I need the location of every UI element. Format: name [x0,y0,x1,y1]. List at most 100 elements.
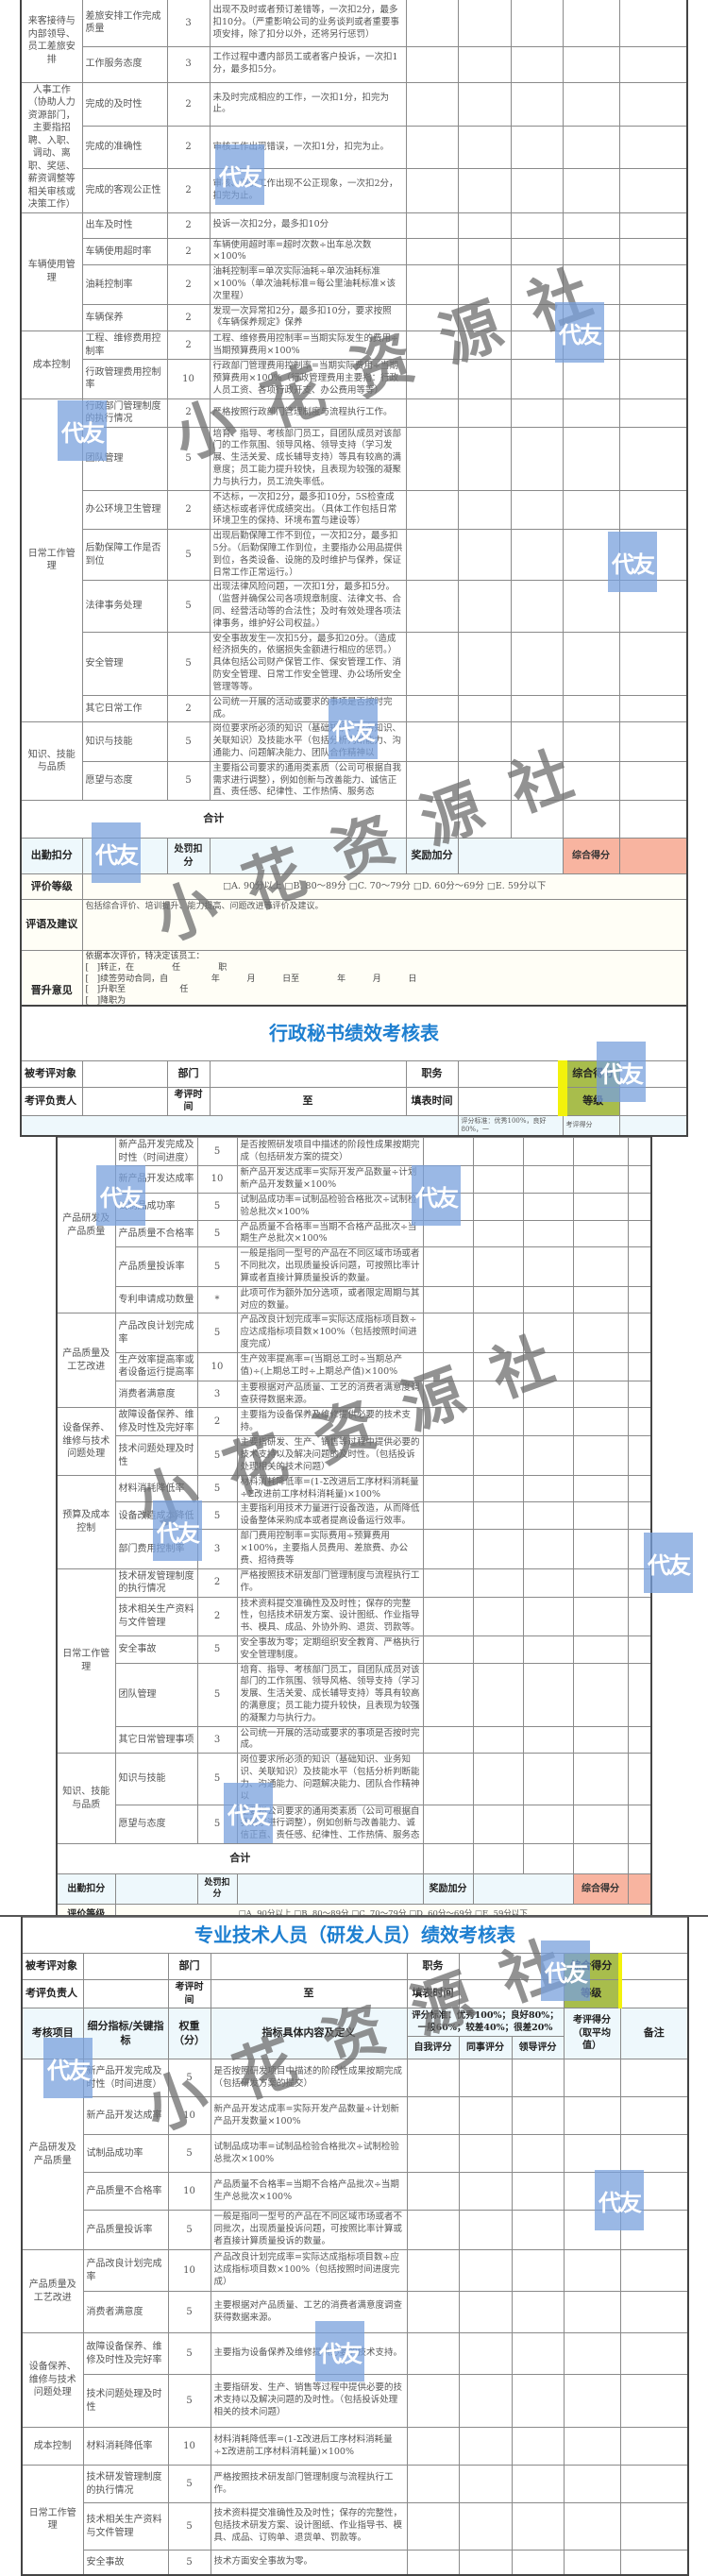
score-cell[interactable] [406,2550,460,2575]
score-cell[interactable] [627,1635,652,1664]
score-cell[interactable] [619,2249,689,2292]
score-cell[interactable] [458,2291,513,2333]
score-cell[interactable] [422,1285,474,1314]
score-cell[interactable] [406,2249,460,2292]
score-cell[interactable] [522,1435,574,1476]
score-cell[interactable] [511,2249,565,2292]
score-cell[interactable] [563,2332,621,2375]
total-cell[interactable] [422,1842,474,1874]
score-cell[interactable] [472,1193,524,1221]
score-cell[interactable] [522,1596,574,1636]
score-cell[interactable] [458,2427,513,2466]
score-cell[interactable] [511,2502,565,2551]
score-cell[interactable] [472,1568,524,1598]
score-cell[interactable] [406,2374,460,2428]
score-cell[interactable] [618,81,688,127]
score-cell[interactable] [422,1474,474,1503]
score-cell[interactable] [511,2172,565,2211]
score-cell[interactable] [619,2134,689,2173]
score-cell[interactable] [406,2502,460,2551]
score-cell[interactable] [406,2059,460,2097]
score-cell[interactable] [522,1725,574,1754]
score-cell[interactable] [405,81,459,127]
score-cell[interactable] [405,0,459,47]
score-cell[interactable] [458,2465,513,2503]
score-cell[interactable] [562,126,620,169]
score-cell[interactable] [457,237,512,266]
score-cell[interactable] [510,167,564,213]
score-cell[interactable] [472,1137,524,1167]
score-cell[interactable] [422,1529,474,1569]
score-cell[interactable] [572,1529,629,1569]
score-cell[interactable] [406,2291,460,2333]
score-cell[interactable] [405,398,459,428]
score-cell[interactable] [422,1501,474,1531]
score-cell[interactable] [522,1474,574,1503]
score-cell[interactable] [627,1285,652,1314]
score-cell[interactable] [572,1407,629,1437]
score-cell[interactable] [422,1568,474,1598]
score-cell[interactable] [472,1753,524,1805]
score-cell[interactable] [627,1380,652,1409]
score-cell[interactable] [510,631,564,696]
score-cell[interactable] [405,529,459,582]
score-cell[interactable] [562,426,620,491]
score-cell[interactable] [510,694,564,723]
total-cell[interactable] [572,1842,629,1874]
score-cell[interactable] [472,1635,524,1664]
score-cell[interactable] [572,1137,629,1167]
score-cell[interactable] [618,489,688,531]
score-cell[interactable] [405,631,459,696]
score-cell[interactable] [472,1725,524,1754]
score-cell[interactable] [562,631,620,696]
fill-time-input[interactable] [457,1086,564,1116]
score-cell[interactable] [562,489,620,531]
score-cell[interactable] [457,0,512,47]
score-cell[interactable] [458,2172,513,2211]
score-cell[interactable] [472,1285,524,1314]
score-cell[interactable] [422,1246,474,1287]
score-cell[interactable] [522,1137,574,1167]
score-cell[interactable] [422,1596,474,1636]
score-cell[interactable] [458,2374,513,2428]
score-cell[interactable] [618,760,688,802]
score-cell[interactable] [405,721,459,762]
total-cell[interactable] [522,1842,574,1874]
score-cell[interactable] [458,2249,513,2292]
score-cell[interactable] [472,1529,524,1569]
score-cell[interactable] [563,2374,621,2428]
score-cell[interactable] [406,2465,460,2503]
score-cell[interactable] [406,2134,460,2173]
score-cell[interactable] [472,1435,524,1476]
score-cell[interactable] [422,1662,474,1727]
score-cell[interactable] [619,2374,689,2428]
dept-input[interactable] [209,1059,407,1088]
score-cell[interactable] [627,1193,652,1221]
score-cell[interactable] [522,1193,574,1221]
score-cell[interactable] [563,2096,621,2135]
score-cell[interactable] [618,721,688,762]
score-cell[interactable] [619,2096,689,2135]
score-cell[interactable] [572,1753,629,1805]
score-cell[interactable] [627,1474,652,1503]
score-cell[interactable] [627,1725,652,1754]
period-to[interactable]: 至 [209,1086,407,1116]
score-cell[interactable] [406,2096,460,2135]
overall-input[interactable] [619,1953,689,1980]
score-cell[interactable] [522,1501,574,1531]
score-cell[interactable] [422,1753,474,1805]
score-cell[interactable] [627,1435,652,1476]
score-cell[interactable] [457,631,512,696]
score-cell[interactable] [510,212,564,239]
score-cell[interactable] [406,2427,460,2466]
score-cell[interactable] [627,1804,652,1844]
score-cell[interactable] [619,2427,689,2466]
score-cell[interactable] [472,1246,524,1287]
score-cell[interactable] [458,2550,513,2575]
score-cell[interactable] [572,1219,629,1248]
score-cell[interactable] [457,45,512,83]
score-cell[interactable] [510,529,564,582]
overall-score-input[interactable] [627,1873,652,1905]
score-cell[interactable] [627,1165,652,1194]
score-cell[interactable] [511,2291,565,2333]
